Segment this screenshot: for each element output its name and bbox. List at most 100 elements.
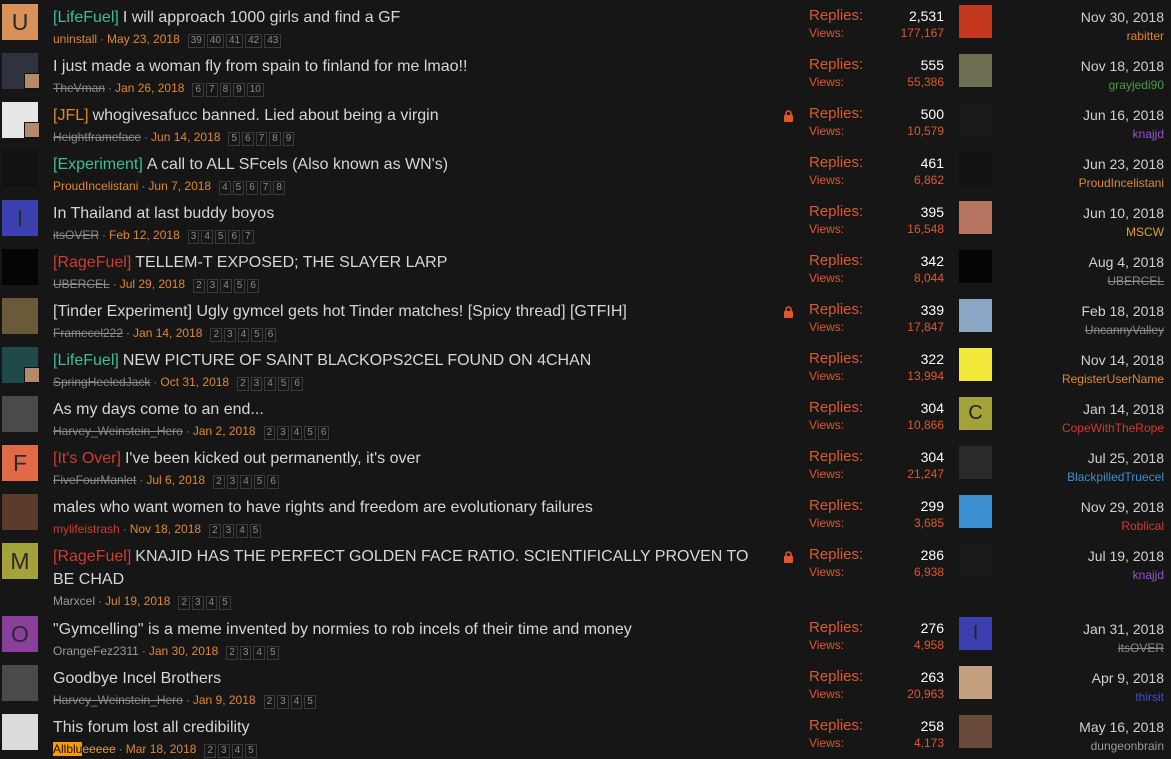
thread-title-link[interactable]: This forum lost all credibility	[53, 719, 250, 736]
page-link[interactable]: 4	[220, 279, 232, 293]
last-poster-name[interactable]: BlackpilledTruecel	[1067, 470, 1164, 484]
last-poster-avatar[interactable]	[959, 201, 992, 234]
author-avatar[interactable]: I	[2, 200, 38, 236]
last-poster-avatar[interactable]	[959, 495, 992, 528]
thread-author[interactable]: UBERCEL	[53, 277, 110, 291]
last-poster-name[interactable]: knajjd	[1133, 568, 1164, 582]
last-post-date[interactable]: Nov 18, 2018	[1081, 58, 1164, 74]
last-poster-name[interactable]: ProudIncelistani	[1079, 176, 1164, 190]
page-link[interactable]: 4	[240, 475, 252, 489]
page-link[interactable]: 5	[253, 475, 266, 489]
page-link[interactable]: 5	[219, 596, 231, 610]
last-poster-name[interactable]: knajjd	[1133, 127, 1164, 141]
page-link[interactable]: 6	[267, 475, 279, 489]
author-avatar[interactable]: O	[2, 616, 38, 652]
thread-start-date[interactable]: Jul 29, 2018	[120, 277, 185, 291]
thread-prefix[interactable]: [LifeFuel]	[53, 9, 119, 26]
thread-prefix[interactable]: [RageFuel]	[53, 254, 131, 271]
thread-start-date[interactable]: Jul 6, 2018	[146, 473, 205, 487]
last-poster-avatar[interactable]	[959, 250, 992, 283]
author-avatar[interactable]: M	[2, 543, 38, 579]
last-post-date[interactable]: Jul 25, 2018	[1088, 450, 1164, 466]
thread-start-date[interactable]: Jan 14, 2018	[133, 326, 202, 340]
page-link[interactable]: 6	[291, 377, 303, 391]
thread-start-date[interactable]: Jan 2, 2018	[193, 424, 256, 438]
thread-title-link[interactable]: TELLEM-T EXPOSED; THE SLAYER LARP	[135, 254, 447, 271]
page-link[interactable]: 2	[204, 744, 217, 758]
thread-start-date[interactable]: Nov 18, 2018	[130, 522, 201, 536]
page-link[interactable]: 5	[266, 646, 279, 660]
last-poster-avatar[interactable]	[959, 348, 992, 381]
thread-title-link[interactable]: NEW PICTURE OF SAINT BLACKOPS2CEL FOUND …	[123, 352, 592, 369]
last-poster-avatar[interactable]	[959, 54, 992, 87]
last-post-date[interactable]: Nov 30, 2018	[1081, 9, 1164, 25]
page-link[interactable]: 5	[245, 744, 257, 758]
page-link[interactable]: 7	[206, 83, 218, 97]
page-link[interactable]: 8	[273, 181, 285, 195]
participant-mini-avatar[interactable]	[24, 367, 40, 383]
thread-author[interactable]: SpringHeeledJack	[53, 375, 150, 389]
last-poster-name[interactable]: MSCW	[1126, 225, 1164, 239]
thread-author[interactable]: Harvey_Weinstein_Hero	[53, 424, 183, 438]
last-poster-avatar[interactable]	[959, 666, 992, 699]
thread-title-link[interactable]: In Thailand at last buddy boyos	[53, 205, 274, 222]
page-link[interactable]: 6	[317, 426, 330, 440]
last-post-date[interactable]: Nov 29, 2018	[1081, 499, 1164, 515]
page-link[interactable]: 6	[242, 132, 254, 146]
page-link[interactable]: 39	[187, 34, 205, 48]
page-link[interactable]: 3	[218, 744, 230, 758]
page-link[interactable]: 5	[233, 279, 246, 293]
thread-start-date[interactable]: Jun 14, 2018	[151, 130, 220, 144]
page-link[interactable]: 43	[264, 34, 282, 48]
page-link[interactable]: 3	[250, 377, 263, 391]
last-poster-avatar[interactable]	[959, 299, 992, 332]
author-avatar[interactable]	[2, 665, 38, 701]
page-link[interactable]: 5	[277, 377, 290, 391]
page-link[interactable]: 2	[263, 695, 276, 709]
page-link[interactable]: 7	[242, 230, 254, 244]
page-link[interactable]: 4	[231, 744, 244, 758]
page-link[interactable]: 2	[263, 426, 276, 440]
page-link[interactable]: 41	[226, 34, 244, 48]
page-link[interactable]: 2	[226, 646, 238, 660]
page-link[interactable]: 3	[191, 596, 204, 610]
author-avatar[interactable]	[2, 494, 38, 530]
page-link[interactable]: 8	[219, 83, 232, 97]
page-link[interactable]: 2	[210, 328, 222, 342]
thread-title-link[interactable]: A call to ALL SFcels (Also known as WN's…	[147, 156, 448, 173]
last-post-date[interactable]: Feb 18, 2018	[1081, 303, 1164, 319]
participant-mini-avatar[interactable]	[24, 122, 40, 138]
author-highlight[interactable]: Allblu	[53, 742, 83, 756]
page-link[interactable]: 4	[237, 328, 250, 342]
page-link[interactable]: 4	[290, 695, 303, 709]
last-poster-name[interactable]: UBERCEL	[1107, 274, 1164, 288]
last-post-date[interactable]: Aug 4, 2018	[1088, 254, 1164, 270]
page-link[interactable]: 3	[187, 230, 200, 244]
thread-author[interactable]: TheVman	[53, 81, 105, 95]
page-link[interactable]: 2	[209, 524, 221, 538]
last-post-date[interactable]: Jun 16, 2018	[1083, 107, 1164, 123]
last-poster-name[interactable]: thirsit	[1135, 690, 1164, 704]
page-link[interactable]: 7	[259, 181, 272, 195]
author-avatar[interactable]: U	[2, 4, 38, 40]
thread-title-link[interactable]: KNAJID HAS THE PERFECT GOLDEN FACE RATIO…	[53, 548, 748, 588]
thread-author[interactable]: Framecel222	[53, 326, 123, 340]
thread-title-link[interactable]: [Tinder Experiment] Ugly gymcel gets hot…	[53, 303, 627, 320]
author-avatar[interactable]	[2, 151, 38, 187]
thread-author[interactable]: Harvey_Weinstein_Hero	[53, 693, 183, 707]
page-link[interactable]: 9	[233, 83, 245, 97]
last-post-date[interactable]: Nov 14, 2018	[1081, 352, 1164, 368]
last-poster-avatar[interactable]: C	[959, 397, 992, 430]
last-poster-name[interactable]: UncannyValley	[1085, 323, 1164, 337]
thread-prefix[interactable]: [JFL]	[53, 107, 89, 124]
last-poster-name[interactable]: grayjedi90	[1109, 78, 1164, 92]
page-link[interactable]: 4	[219, 181, 231, 195]
thread-title-link[interactable]: "Gymcelling" is a meme invented by normi…	[53, 621, 632, 638]
page-link[interactable]: 5	[304, 426, 316, 440]
page-link[interactable]: 6	[192, 83, 204, 97]
thread-start-date[interactable]: Jan 26, 2018	[115, 81, 184, 95]
thread-title-link[interactable]: whogivesafucc banned. Lied about being a…	[93, 107, 439, 124]
page-link[interactable]: 2	[178, 596, 190, 610]
thread-title-link[interactable]: I will approach 1000 girls and find a GF	[123, 9, 400, 26]
page-link[interactable]: 3	[206, 279, 219, 293]
